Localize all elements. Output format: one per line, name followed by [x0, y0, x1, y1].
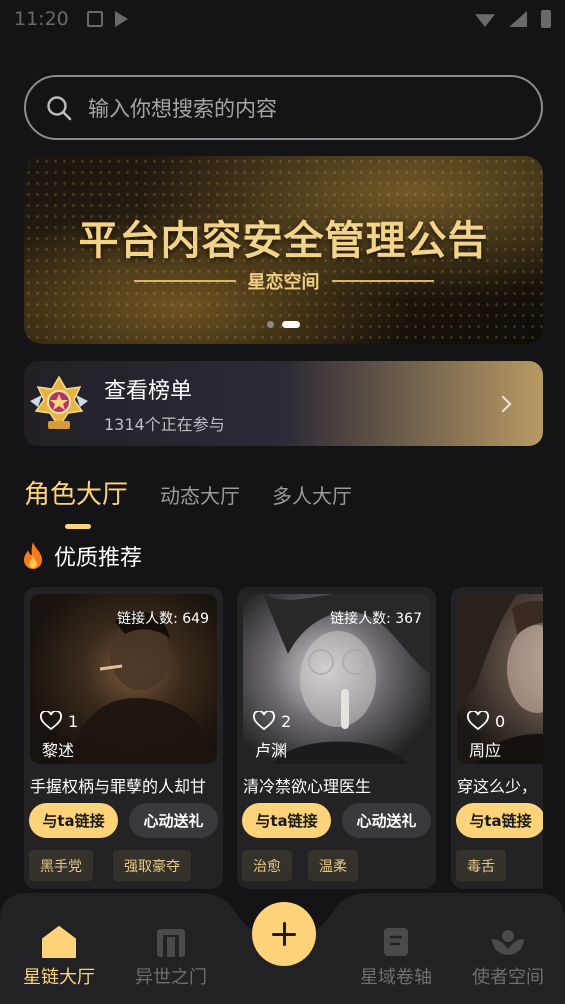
character-description: 清冷禁欲心理医生 — [243, 777, 372, 796]
gate-icon — [157, 929, 185, 957]
character-card[interactable]: 链 0 周应 穿这么少， 与ta链接 毒舌 — [451, 587, 543, 889]
play-store-icon — [114, 11, 128, 27]
banner-title: 平台内容安全管理公告 — [78, 218, 489, 264]
nav-item-other-world-gate[interactable]: 异世之门 — [116, 925, 226, 989]
link-button[interactable]: 与ta链接 — [456, 803, 543, 838]
character-card[interactable]: 链接人数: 367 2 卢渊 清冷禁欲心理医生 与ta链接 心动送礼 治愈 温柔 — [237, 587, 436, 889]
nav-label: 星链大厅 — [23, 967, 95, 988]
banner-divider-left — [133, 280, 236, 282]
banner-page-dot[interactable] — [267, 321, 274, 328]
tag[interactable]: 黑手党 — [29, 850, 93, 881]
banner-subtitle-row: 星恋空间 — [24, 268, 543, 294]
character-name: 周应 — [469, 741, 502, 760]
system-icons — [475, 10, 551, 28]
notification-icons — [86, 11, 128, 27]
tab-active-indicator — [65, 524, 91, 529]
medal-icon — [30, 375, 88, 429]
link-count: 链接人数: 367 — [330, 611, 422, 627]
like-count[interactable]: 1 — [40, 711, 78, 731]
like-count[interactable]: 2 — [253, 711, 291, 731]
tag[interactable]: 毒舌 — [456, 850, 506, 881]
heart-icon[interactable] — [253, 711, 275, 731]
section-header: 优质推荐 — [20, 540, 142, 572]
announcement-banner[interactable]: 平台内容安全管理公告 星恋空间 — [24, 156, 543, 344]
search-input[interactable]: 输入你想搜索的内容 — [88, 93, 277, 123]
tag[interactable]: 强取豪夺 — [113, 850, 191, 881]
send-gift-button[interactable]: 心动送礼 — [342, 803, 431, 838]
chevron-right-icon — [494, 395, 512, 412]
tag[interactable]: 温柔 — [308, 850, 358, 881]
nav-label: 使者空间 — [472, 967, 544, 988]
bottom-navigation: 星链大厅 异世之门 星域卷轴 使者空间 — [0, 893, 565, 1004]
like-number: 0 — [495, 711, 506, 731]
lotus-icon — [492, 930, 524, 955]
character-avatar: 链接人数: 367 2 卢渊 — [243, 594, 430, 764]
character-avatar: 链 0 周应 — [457, 594, 543, 764]
nav-item-star-hall[interactable]: 星链大厅 — [4, 925, 114, 989]
character-description: 手握权柄与罪孽的人却甘 — [30, 777, 207, 796]
link-button[interactable]: 与ta链接 — [242, 803, 331, 838]
scroll-icon — [384, 928, 408, 956]
character-name: 卢渊 — [255, 741, 288, 760]
heart-icon[interactable] — [40, 711, 62, 731]
leaderboard-texts: 查看榜单 1314个正在参与 — [104, 373, 225, 435]
like-number: 2 — [281, 711, 292, 731]
app-notification-icon — [86, 11, 103, 27]
leaderboard-entry[interactable]: 查看榜单 1314个正在参与 — [24, 361, 543, 446]
status-bar: 11:20 — [0, 0, 565, 38]
tab-multiplayer-hall[interactable]: 多人大厅 — [272, 480, 352, 509]
nav-item-star-scroll[interactable]: 星域卷轴 — [341, 925, 451, 989]
tag[interactable]: 治愈 — [242, 850, 292, 881]
nav-item-envoy-space[interactable]: 使者空间 — [453, 925, 563, 989]
hall-tabs: 角色大厅 动态大厅 多人大厅 — [24, 474, 352, 511]
character-avatar: 链接人数: 649 1 黎述 — [30, 594, 217, 764]
leaderboard-title: 查看榜单 — [104, 378, 193, 404]
plus-icon-vertical — [282, 922, 286, 946]
character-description: 穿这么少， — [457, 777, 538, 796]
banner-pagination — [24, 321, 543, 328]
link-count: 链接人数: 649 — [117, 611, 209, 627]
banner-subtitle: 星恋空间 — [247, 272, 320, 293]
search-icon — [47, 95, 72, 120]
signal-icon — [509, 11, 527, 27]
nav-label: 异世之门 — [135, 967, 207, 988]
wifi-icon — [475, 14, 495, 27]
search-bar[interactable]: 输入你想搜索的内容 — [24, 75, 543, 140]
tab-role-hall[interactable]: 角色大厅 — [24, 474, 128, 511]
banner-page-dot-active[interactable] — [282, 321, 300, 328]
section-title: 优质推荐 — [54, 546, 143, 571]
character-name: 黎述 — [42, 741, 75, 760]
status-time: 11:20 — [14, 8, 69, 30]
send-gift-button[interactable]: 心动送礼 — [129, 803, 218, 838]
leaderboard-participants: 1314个正在参与 — [104, 414, 225, 434]
like-number: 1 — [68, 711, 79, 731]
character-card[interactable]: 链接人数: 649 1 黎述 手握权柄与罪孽的人却甘 与ta链接 心动送礼 黑手… — [24, 587, 223, 889]
fire-icon — [24, 542, 42, 569]
create-button[interactable] — [252, 902, 316, 966]
link-button[interactable]: 与ta链接 — [29, 803, 118, 838]
tab-dynamic-hall[interactable]: 动态大厅 — [160, 480, 240, 509]
home-icon — [42, 926, 76, 958]
nav-label: 星域卷轴 — [360, 967, 432, 988]
banner-divider-right — [331, 280, 434, 282]
like-count[interactable]: 0 — [467, 711, 505, 731]
battery-icon — [541, 10, 551, 28]
recommend-carousel[interactable]: 链接人数: 649 1 黎述 手握权柄与罪孽的人却甘 与ta链接 心动送礼 黑手… — [24, 587, 543, 889]
heart-icon[interactable] — [467, 711, 489, 731]
